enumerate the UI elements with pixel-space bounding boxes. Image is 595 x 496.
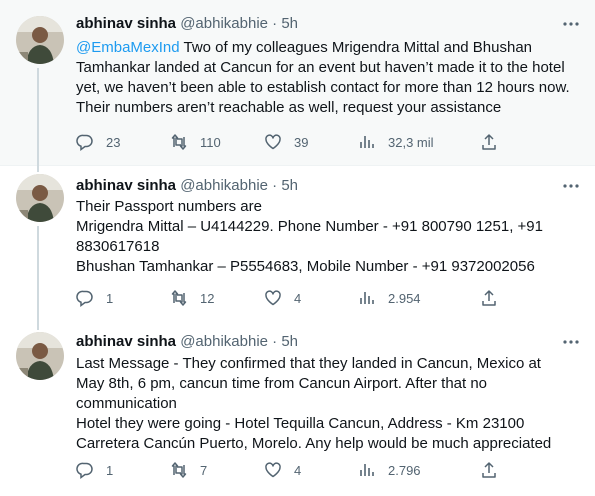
like-count: 4 bbox=[294, 462, 302, 478]
reply-count: 23 bbox=[106, 134, 121, 150]
thread-connector bbox=[37, 226, 39, 322]
avatar[interactable] bbox=[16, 16, 64, 64]
retweet-count: 12 bbox=[200, 290, 215, 306]
separator-dot: · bbox=[272, 333, 278, 350]
separator-dot: · bbox=[272, 15, 278, 32]
avatar-photo bbox=[16, 16, 64, 64]
tweet-text: Their Passport numbers are Mrigendra Mit… bbox=[76, 197, 566, 277]
tweet-2[interactable]: abhinav sinha @abhikabhie · 5h Their Pas… bbox=[0, 166, 595, 322]
reply-icon bbox=[76, 289, 94, 307]
retweet-icon bbox=[170, 289, 188, 307]
share-button[interactable] bbox=[480, 132, 498, 152]
timestamp[interactable]: 5h bbox=[281, 15, 298, 32]
like-count: 4 bbox=[294, 290, 302, 306]
action-bar: 23 110 39 32,3 mil bbox=[76, 132, 506, 152]
action-bar: 1 7 4 2.796 bbox=[76, 460, 506, 480]
views-button[interactable]: 2.954 bbox=[358, 288, 421, 308]
more-icon[interactable] bbox=[561, 14, 581, 34]
tweet-3[interactable]: abhinav sinha @abhikabhie · 5h Last Mess… bbox=[0, 322, 595, 496]
retweet-count: 7 bbox=[200, 462, 208, 478]
tweet-header: abhinav sinha @abhikabhie · 5h bbox=[76, 176, 577, 196]
retweet-button[interactable]: 7 bbox=[170, 460, 207, 480]
view-count: 2.796 bbox=[388, 462, 421, 478]
more-icon[interactable] bbox=[561, 332, 581, 352]
reply-count: 1 bbox=[106, 290, 114, 306]
avatar[interactable] bbox=[16, 174, 64, 222]
tweet-header: abhinav sinha @abhikabhie · 5h bbox=[76, 14, 577, 34]
tweet-1[interactable]: abhinav sinha @abhikabhie · 5h @EmbaMexI… bbox=[0, 0, 595, 166]
tweet-text-line: Mrigendra Mittal – U4144229. Phone Numbe… bbox=[76, 218, 543, 255]
author-name[interactable]: abhinav sinha bbox=[76, 333, 176, 350]
tweet-text: @EmbaMexInd Two of my colleagues Mrigend… bbox=[76, 38, 576, 118]
views-button[interactable]: 2.796 bbox=[358, 460, 421, 480]
view-count: 2.954 bbox=[388, 290, 421, 306]
share-icon bbox=[480, 133, 498, 151]
share-button[interactable] bbox=[480, 288, 498, 308]
avatar-photo bbox=[16, 332, 64, 380]
like-button[interactable]: 4 bbox=[264, 288, 301, 308]
heart-icon bbox=[264, 133, 282, 151]
timestamp[interactable]: 5h bbox=[281, 177, 298, 194]
author-handle[interactable]: @abhikabhie bbox=[180, 333, 268, 350]
views-icon bbox=[358, 133, 376, 151]
heart-icon bbox=[264, 461, 282, 479]
share-icon bbox=[480, 289, 498, 307]
tweet-text-line: Bhushan Tamhankar – P5554683, Mobile Num… bbox=[76, 258, 535, 275]
reply-button[interactable]: 23 bbox=[76, 132, 120, 152]
author-handle[interactable]: @abhikabhie bbox=[180, 15, 268, 32]
retweet-count: 110 bbox=[200, 134, 221, 150]
heart-icon bbox=[264, 289, 282, 307]
avatar-photo bbox=[16, 174, 64, 222]
avatar[interactable] bbox=[16, 332, 64, 380]
views-button[interactable]: 32,3 mil bbox=[358, 132, 434, 152]
author-handle[interactable]: @abhikabhie bbox=[180, 177, 268, 194]
thread-connector bbox=[37, 166, 39, 172]
author-name[interactable]: abhinav sinha bbox=[76, 15, 176, 32]
reply-count: 1 bbox=[106, 462, 114, 478]
like-count: 39 bbox=[294, 134, 309, 150]
reply-icon bbox=[76, 461, 94, 479]
like-button[interactable]: 4 bbox=[264, 460, 301, 480]
view-count: 32,3 mil bbox=[388, 134, 434, 150]
retweet-button[interactable]: 110 bbox=[170, 132, 221, 152]
action-bar: 1 12 4 2.954 bbox=[76, 288, 506, 308]
tweet-header: abhinav sinha @abhikabhie · 5h bbox=[76, 332, 577, 352]
retweet-icon bbox=[170, 133, 188, 151]
retweet-icon bbox=[170, 461, 188, 479]
tweet-text-line: Their Passport numbers are bbox=[76, 198, 262, 215]
share-button[interactable] bbox=[480, 460, 498, 480]
views-icon bbox=[358, 461, 376, 479]
reply-button[interactable]: 1 bbox=[76, 288, 113, 308]
reply-button[interactable]: 1 bbox=[76, 460, 113, 480]
author-name[interactable]: abhinav sinha bbox=[76, 177, 176, 194]
tweet-text-line: Hotel they were going - Hotel Tequilla C… bbox=[76, 415, 552, 452]
retweet-button[interactable]: 12 bbox=[170, 288, 214, 308]
more-icon[interactable] bbox=[561, 176, 581, 196]
tweet-text: Last Message - They confirmed that they … bbox=[76, 354, 571, 454]
mention-link[interactable]: @EmbaMexInd bbox=[76, 39, 180, 56]
views-icon bbox=[358, 289, 376, 307]
thread-connector bbox=[37, 68, 39, 166]
separator-dot: · bbox=[272, 177, 278, 194]
reply-icon bbox=[76, 133, 94, 151]
like-button[interactable]: 39 bbox=[264, 132, 308, 152]
share-icon bbox=[480, 461, 498, 479]
timestamp[interactable]: 5h bbox=[281, 333, 298, 350]
thread-connector bbox=[37, 322, 39, 330]
tweet-text-line: Last Message - They confirmed that they … bbox=[76, 355, 541, 412]
